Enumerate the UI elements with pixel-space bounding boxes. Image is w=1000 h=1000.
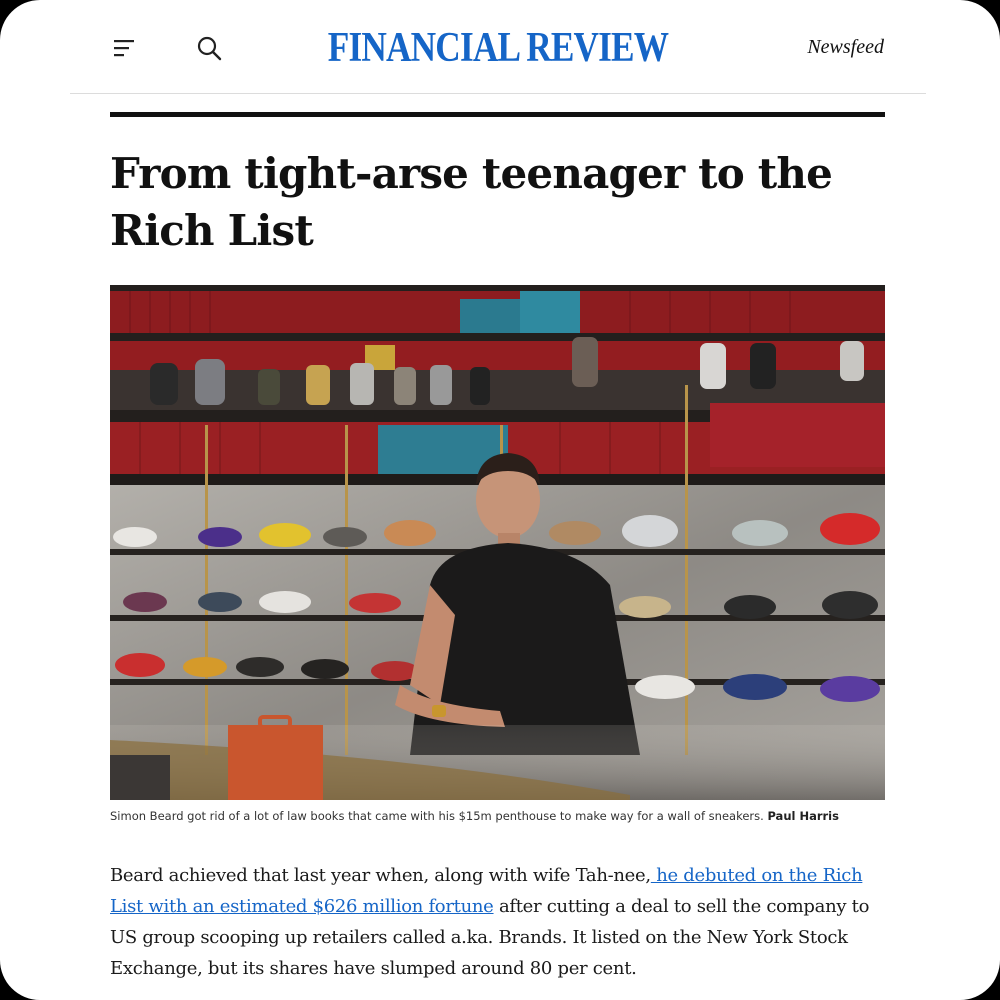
paragraph-lead: Beard achieved that last year when, alon… — [110, 865, 651, 886]
newsfeed-link[interactable]: Newsfeed — [807, 36, 884, 59]
photo-credit: Paul Harris — [767, 809, 839, 823]
headline-divider — [110, 112, 885, 117]
site-header: FINANCIAL REVIEW Newsfeed — [70, 0, 926, 94]
app-frame: FINANCIAL REVIEW Newsfeed From tight-ars… — [0, 0, 1000, 1000]
hamburger-menu-icon[interactable] — [112, 37, 138, 59]
article-paragraph: Beard achieved that last year when, alon… — [110, 860, 900, 984]
photo-caption: Simon Beard got rid of a lot of law book… — [110, 809, 900, 823]
masthead-logo[interactable]: FINANCIAL REVIEW — [138, 24, 857, 72]
article-headline: From tight-arse teenager to the Rich Lis… — [110, 149, 833, 255]
article-photo — [110, 285, 885, 800]
caption-text: Simon Beard got rid of a lot of law book… — [110, 809, 768, 823]
